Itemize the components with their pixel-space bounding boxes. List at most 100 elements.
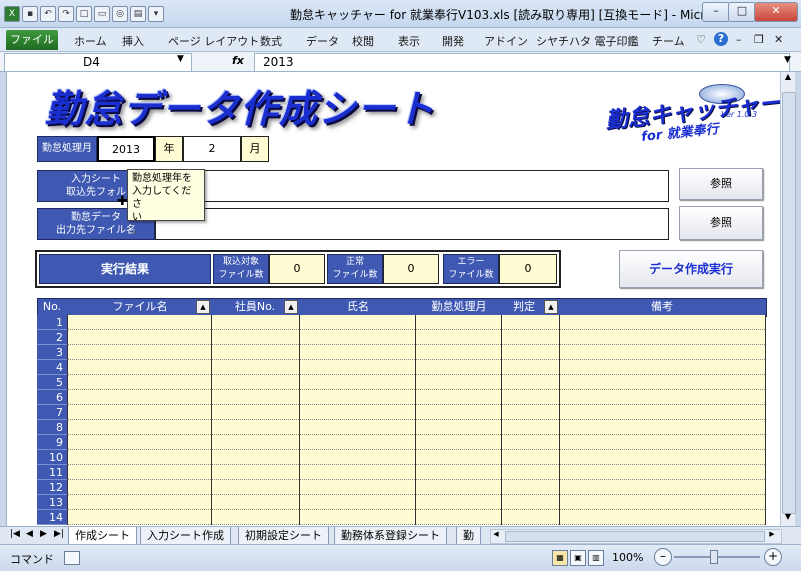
- employee-no-sort-icon[interactable]: ▲: [284, 300, 298, 314]
- tab-developer[interactable]: 開発: [442, 33, 464, 49]
- workbook-close-icon[interactable]: ✕: [774, 33, 783, 46]
- minimize-button[interactable]: –: [702, 2, 730, 22]
- table-row[interactable]: [67, 450, 765, 465]
- maximize-button[interactable]: □: [728, 2, 756, 22]
- tab-addins[interactable]: アドイン: [484, 33, 528, 49]
- prev-sheet-icon[interactable]: ◀: [26, 529, 33, 539]
- tooltip-line3: い: [132, 212, 142, 223]
- sheet-tab-create[interactable]: 作成シート: [68, 527, 137, 545]
- new-file-icon[interactable]: □: [76, 6, 92, 22]
- table-row[interactable]: [67, 495, 765, 510]
- table-row[interactable]: [67, 315, 765, 330]
- table-row[interactable]: [67, 510, 765, 525]
- macro-record-icon[interactable]: [64, 551, 80, 565]
- input-folder-field[interactable]: [155, 170, 669, 202]
- excel-app-icon[interactable]: X: [4, 6, 20, 22]
- output-file-field[interactable]: [155, 208, 669, 240]
- tab-team[interactable]: チーム: [652, 33, 685, 49]
- tab-data[interactable]: データ: [306, 33, 339, 49]
- tab-page-layout[interactable]: ページ レイアウト: [168, 33, 259, 49]
- name-box-dropdown-icon[interactable]: ▼: [177, 54, 184, 64]
- header-file-name: ファイル名: [112, 300, 168, 313]
- tab-view[interactable]: 表示: [398, 33, 420, 49]
- next-sheet-icon[interactable]: ▶: [40, 529, 47, 539]
- close-button[interactable]: ✕: [754, 2, 798, 22]
- table-row[interactable]: [67, 360, 765, 375]
- window-title: 勤怠キャッチャー for 就業奉行V103.xls [読み取り専用] [互換モー…: [290, 8, 724, 22]
- table-row[interactable]: [67, 390, 765, 405]
- normal-view-icon[interactable]: ▦: [552, 550, 568, 566]
- name-box[interactable]: D4 ▼: [4, 53, 192, 72]
- last-sheet-icon[interactable]: ▶|: [54, 529, 64, 539]
- horizontal-scrollbar[interactable]: ◀ ▶: [490, 529, 782, 544]
- vertical-scrollbar[interactable]: ▲ ▼: [780, 72, 796, 526]
- target-count-value: 0: [269, 254, 325, 284]
- scroll-right-icon[interactable]: ▶: [767, 530, 777, 541]
- page-break-view-icon[interactable]: ▥: [588, 550, 604, 566]
- vertical-scroll-thumb[interactable]: [782, 92, 796, 514]
- scroll-down-icon[interactable]: ▼: [782, 512, 794, 526]
- undo-icon[interactable]: ↶: [40, 6, 56, 22]
- file-name-sort-icon[interactable]: ▲: [196, 300, 210, 314]
- zoom-out-icon[interactable]: –: [654, 548, 672, 566]
- tab-file[interactable]: ファイル: [6, 30, 58, 50]
- tab-review[interactable]: 校閲: [352, 33, 374, 49]
- table-row[interactable]: [67, 435, 765, 450]
- formula-input[interactable]: 2013: [254, 53, 790, 72]
- scroll-left-icon[interactable]: ◀: [491, 530, 501, 541]
- table-row[interactable]: [67, 465, 765, 480]
- print-icon[interactable]: ▤: [130, 6, 146, 22]
- tab-home[interactable]: ホーム: [74, 33, 107, 49]
- workbook-minimize-icon[interactable]: –: [736, 33, 742, 46]
- tab-shachihata[interactable]: シヤチハタ 電子印鑑: [536, 33, 639, 49]
- input-folder-browse-button[interactable]: 参照: [679, 168, 763, 200]
- output-file-browse-button[interactable]: 参照: [679, 206, 763, 240]
- zoom-level[interactable]: 100%: [612, 551, 643, 564]
- tooltip-line1: 勤怠処理年を: [132, 173, 192, 184]
- row-number: 7: [37, 405, 67, 420]
- workbook-restore-icon[interactable]: ❐: [754, 33, 764, 46]
- table-row[interactable]: [67, 375, 765, 390]
- page-layout-view-icon[interactable]: ▣: [570, 550, 586, 566]
- zoom-slider-thumb[interactable]: [710, 550, 718, 564]
- tab-insert[interactable]: 挿入: [122, 33, 144, 49]
- create-data-button[interactable]: データ作成実行: [619, 250, 763, 288]
- target-count-label-line1: 取込対象: [222, 257, 259, 267]
- open-folder-icon[interactable]: ▭: [94, 6, 110, 22]
- input-tooltip: 勤怠処理年を 入力してくださ い 。: [127, 169, 205, 236]
- column-divider: [211, 315, 212, 525]
- table-row[interactable]: [67, 345, 765, 360]
- month-input[interactable]: 2: [183, 136, 241, 162]
- print-preview-icon[interactable]: ◎: [112, 6, 128, 22]
- year-input[interactable]: 2013: [97, 136, 155, 162]
- formula-expand-icon[interactable]: ▼: [784, 55, 791, 65]
- sheet-title: 勤怠データ作成シート: [45, 87, 436, 131]
- judgement-sort-icon[interactable]: ▲: [544, 300, 558, 314]
- table-row[interactable]: [67, 420, 765, 435]
- row-number: 14: [37, 510, 67, 525]
- insert-function-icon[interactable]: fx: [232, 54, 244, 67]
- scroll-up-icon[interactable]: ▲: [782, 72, 794, 86]
- zoom-in-icon[interactable]: +: [764, 548, 782, 566]
- sheet-tab-more[interactable]: 勤: [456, 527, 481, 545]
- sheet-tab-work-system[interactable]: 勤務体系登録シート: [334, 527, 447, 545]
- quick-access-dropdown-icon[interactable]: ▾: [148, 6, 164, 22]
- title-bar: X ▪ ↶ ↷ □ ▭ ◎ ▤ ▾ 勤怠キャッチャー for 就業奉行V103.…: [0, 0, 801, 28]
- column-divider: [559, 315, 560, 525]
- table-row[interactable]: [67, 330, 765, 345]
- tab-formulas[interactable]: 数式: [260, 33, 282, 49]
- sheet-tab-input[interactable]: 入力シート作成: [140, 527, 231, 545]
- horizontal-scroll-thumb[interactable]: [505, 531, 765, 542]
- worksheet[interactable]: 勤怠データ作成シート 勤怠キャッチャー Ver 1.0.3 for 就業奉行 勤…: [6, 72, 780, 526]
- save-icon[interactable]: ▪: [22, 6, 38, 22]
- table-row[interactable]: [67, 480, 765, 495]
- sheet-tab-init[interactable]: 初期設定シート: [238, 527, 329, 545]
- first-sheet-icon[interactable]: |◀: [10, 529, 20, 539]
- table-row[interactable]: [67, 405, 765, 420]
- column-divider: [765, 315, 766, 525]
- ribbon-collapse-icon[interactable]: ♡: [696, 33, 706, 46]
- redo-icon[interactable]: ↷: [58, 6, 74, 22]
- error-count-label-line1: エラー: [457, 257, 485, 267]
- help-icon[interactable]: ?: [714, 32, 728, 46]
- header-period: 勤怠処理月: [431, 300, 487, 313]
